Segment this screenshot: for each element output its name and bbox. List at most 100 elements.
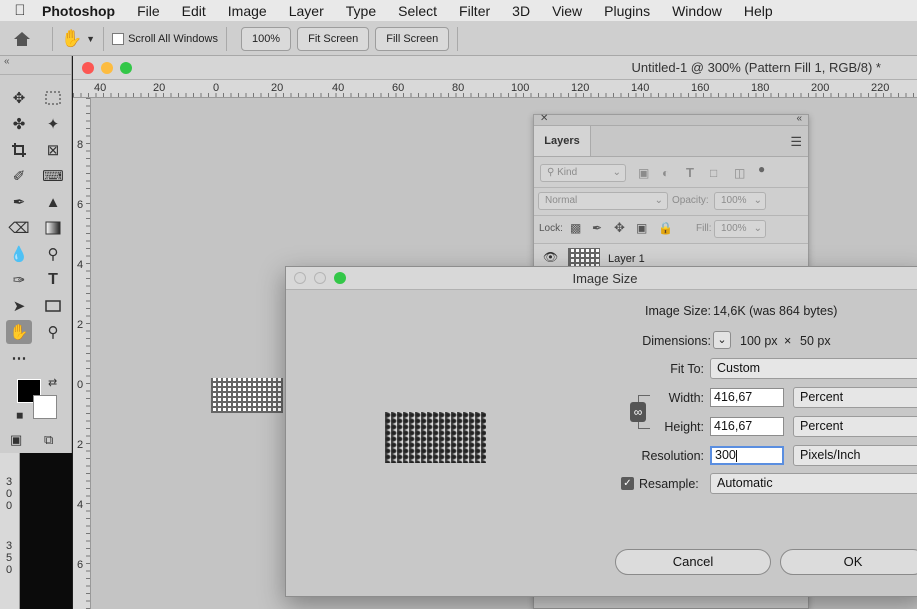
rectangle-tool-icon[interactable] [40,294,66,318]
filter-adjustment-icon[interactable]: ◐ [662,166,669,180]
clone-stamp-tool-icon[interactable]: ▲ [40,190,66,214]
lock-transparent-icon[interactable]: ▩ [570,221,581,235]
filter-shape-icon[interactable]: □ [710,166,717,180]
layer-kind-filter[interactable]: ⚲ Kind ⌄ [540,164,626,182]
menu-app-photoshop[interactable]: Photoshop [40,3,126,19]
vertical-ruler[interactable]: 8 6 4 2 0 2 4 6 [73,98,91,609]
edit-toolbar-icon[interactable]: ⋯ [6,346,32,370]
menu-file[interactable]: File [126,3,171,19]
menu-3d[interactable]: 3D [501,3,541,19]
image-preview[interactable] [385,412,486,463]
ruler-label: 4 [76,259,84,271]
resolution-unit-select[interactable]: Pixels/Inch [793,445,917,466]
layer-name[interactable]: Layer 1 [608,253,645,265]
menu-view[interactable]: View [541,3,593,19]
default-colors-icon[interactable]: ◼ [16,410,23,421]
dialog-title: Image Size [572,271,638,286]
fill-screen-button[interactable]: Fill Screen [375,26,450,51]
resample-select[interactable]: Automatic [710,473,917,494]
menu-plugins[interactable]: Plugins [593,3,661,19]
image-size-dialog: Image Size Image Size: 14,6K (was 864 by… [285,266,917,597]
menu-window[interactable]: Window [661,3,733,19]
panel-menu-icon[interactable]: ☰ [790,134,802,150]
fit-screen-button[interactable]: Fit Screen [297,26,370,51]
swap-colors-icon[interactable]: ⇄ [48,376,57,389]
menu-layer[interactable]: Layer [278,3,335,19]
close-panel-icon[interactable]: ✕ [540,113,548,124]
filter-toggle-icon[interactable]: ● [758,162,765,176]
lock-image-icon[interactable]: ✒ [592,221,602,235]
fit-to-select[interactable]: Custom [710,358,917,379]
tab-layers[interactable]: Layers [534,126,591,156]
crop-tool-icon[interactable] [6,138,32,162]
frame-tool-icon[interactable]: ⊠ [40,138,66,162]
height-input[interactable]: 416,67 [710,417,784,436]
layers-panel-header[interactable]: ✕ « [534,113,808,126]
brush-tool-icon[interactable]: ✒ [6,190,32,214]
eraser-tool-icon[interactable]: ⌫ [6,216,32,240]
ruler-label: 20 [271,82,284,94]
lock-position-icon[interactable]: ✥ [614,220,625,236]
vertical-ruler-lower[interactable]: 3 0 0 3 5 0 [0,453,20,609]
menu-type[interactable]: Type [335,3,387,19]
move-tool-icon[interactable]: ✥ [6,86,32,110]
lock-artboard-icon[interactable]: ▣ [636,221,647,235]
ruler-label: 0 [5,500,13,512]
quick-mask-icon[interactable]: ▣ [10,432,22,448]
background-color-swatch[interactable] [33,395,57,419]
eye-visibility-icon[interactable]: 👁 [543,250,558,264]
menu-help[interactable]: Help [733,3,784,19]
menu-edit[interactable]: Edit [171,3,217,19]
screen-mode-icon[interactable]: ⧉ [44,432,53,448]
opacity-field[interactable]: 100% ⌄ [714,192,766,210]
home-icon[interactable] [0,31,44,47]
eyedropper-tool-icon[interactable]: ✐ [6,164,32,188]
filter-smart-object-icon[interactable]: ◫ [734,166,745,180]
collapse-panel-icon[interactable]: « [796,113,802,124]
width-unit-select[interactable]: Percent [793,387,917,408]
image-size-value: 14,6K (was 864 bytes) [713,304,838,318]
dodge-tool-icon[interactable]: ⚲ [40,242,66,266]
path-selection-tool-icon[interactable]: ➤ [6,294,32,318]
gradient-tool-icon[interactable] [40,216,66,240]
minimize-window-button[interactable] [101,62,113,74]
zoom-window-button[interactable] [120,62,132,74]
type-tool-icon[interactable]: T [40,268,66,292]
constrain-proportions-link-icon[interactable]: ∞ [630,402,646,422]
options-bar: ✋ ▼ Scroll All Windows 100% Fit Screen Fi… [0,22,917,56]
cancel-button[interactable]: Cancel [615,549,771,575]
zoom-100-button[interactable]: 100% [240,26,292,51]
layer-kind-label: Kind [557,167,578,178]
ruler-label: 140 [631,82,650,94]
apple-icon[interactable]:  [0,2,40,19]
blur-tool-icon[interactable]: 💧 [6,242,32,266]
blend-mode-select[interactable]: Normal ⌄ [538,192,668,210]
resample-checkbox[interactable]: ✓ [621,477,634,490]
menu-select[interactable]: Select [387,3,448,19]
ruler-label: 120 [571,82,590,94]
lasso-tool-icon[interactable]: ✤ [6,112,32,136]
pen-tool-icon[interactable]: ✑ [6,268,32,292]
resolution-input[interactable]: 300 [710,446,784,465]
dimensions-unit-dropdown[interactable]: ⌄ [713,331,731,349]
horizontal-ruler[interactable]: 40 20 0 20 40 60 80 100 120 140 160 180 … [73,80,917,98]
magic-wand-tool-icon[interactable]: ✦ [40,112,66,136]
filter-pixel-icon[interactable]: ▣ [638,166,649,180]
lock-all-icon[interactable]: 🔒 [658,221,673,235]
height-unit-select[interactable]: Percent [793,416,917,437]
ruler-label: 80 [452,82,465,94]
fill-field[interactable]: 100% ⌄ [714,220,766,238]
width-input[interactable]: 416,67 [710,388,784,407]
scroll-all-windows-checkbox[interactable]: Scroll All Windows [112,32,218,45]
menu-image[interactable]: Image [217,3,278,19]
hand-tool-preset-icon[interactable]: ✋ ▼ [61,29,95,49]
hand-tool-icon[interactable]: ✋ [6,320,32,344]
filter-type-icon[interactable]: T [686,165,694,180]
tools-panel-header[interactable]: « [0,56,71,75]
healing-brush-tool-icon[interactable]: ⌨ [40,164,66,188]
marquee-tool-icon[interactable] [40,86,66,110]
close-window-button[interactable] [82,62,94,74]
menu-filter[interactable]: Filter [448,3,501,19]
ok-button[interactable]: OK [780,549,917,575]
zoom-tool-icon[interactable]: ⚲ [40,320,66,344]
